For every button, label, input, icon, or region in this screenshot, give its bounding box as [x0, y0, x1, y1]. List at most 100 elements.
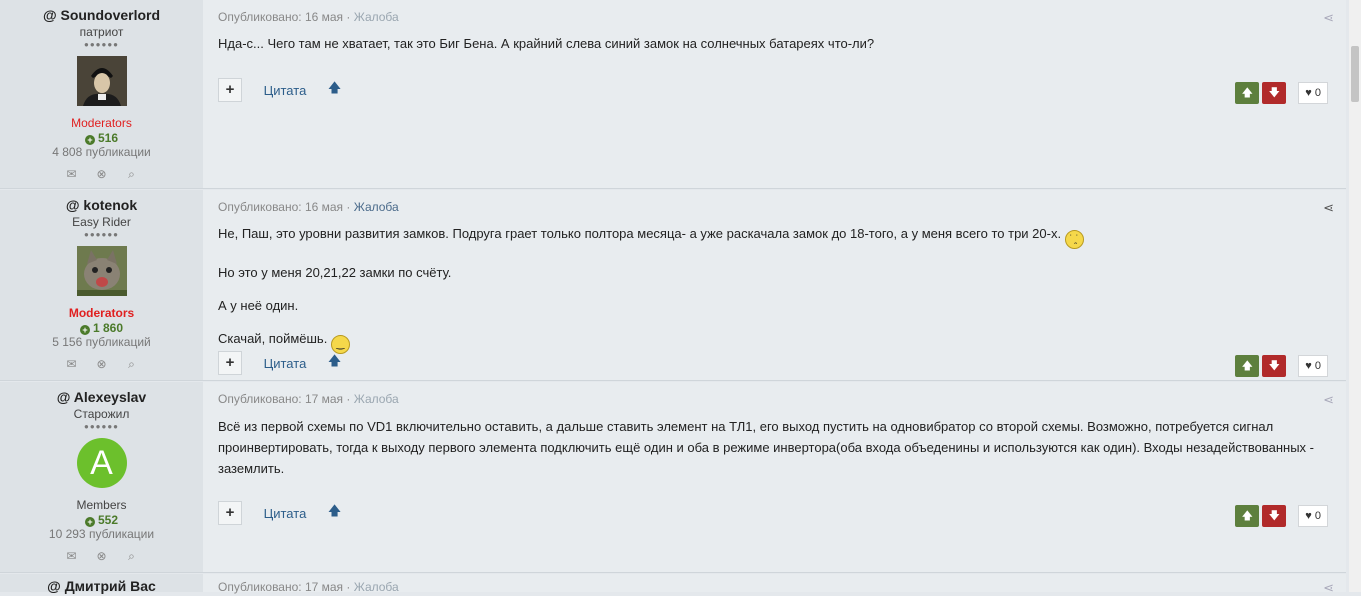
- share-icon[interactable]: ⋖: [1323, 10, 1334, 26]
- search-icon[interactable]: ⌕: [117, 357, 147, 372]
- envelope-icon[interactable]: ✉: [57, 167, 87, 181]
- published-date: Опубликовано: 17 мая: [218, 392, 344, 406]
- paragraph: Нда-с... Чего там не хватает, так это Би…: [218, 36, 875, 51]
- multiquote-button[interactable]: +: [218, 351, 242, 375]
- vote-up-button[interactable]: 🡅: [1235, 505, 1260, 527]
- paragraph: А у неё один.: [218, 298, 299, 313]
- post-text: Всё из первой схемы по VD1 включительно …: [218, 416, 1346, 479]
- share-icon[interactable]: ⋖: [1323, 200, 1334, 216]
- author-actions: ✉ ⊗ ⌕: [0, 357, 203, 372]
- quote-link[interactable]: Цитата: [264, 506, 307, 521]
- ignore-icon[interactable]: ⊗: [87, 357, 117, 371]
- heart-icon: ♥: [1305, 510, 1312, 522]
- plus-circle-icon: +: [84, 517, 95, 527]
- author-panel: @ kotenok Easy Rider ●●●●●● Moderators +…: [0, 190, 203, 380]
- vote-down-button[interactable]: 🡇: [1262, 355, 1287, 377]
- plus-circle-icon: +: [84, 135, 95, 145]
- rank-pips: ●●●●●●: [84, 422, 119, 431]
- vote-down-button[interactable]: 🡇: [1262, 505, 1287, 527]
- post-meta: Опубликовано: 16 мая · Жалоба: [218, 200, 399, 214]
- share-icon[interactable]: ⋖: [1323, 580, 1334, 596]
- published-date: Опубликовано: 16 мая: [218, 200, 344, 214]
- reputation-value: 1 860: [92, 321, 124, 335]
- report-link[interactable]: Жалоба: [354, 200, 399, 214]
- post-actions: + Цитата 🡅: [218, 78, 341, 102]
- post-actions: + Цитата 🡅: [218, 351, 341, 375]
- author-rank: Easy Rider: [72, 215, 131, 229]
- scrollbar-thumb[interactable]: [1351, 46, 1359, 102]
- search-icon[interactable]: ⌕: [117, 167, 147, 182]
- plus-circle-icon: +: [79, 325, 90, 335]
- envelope-icon[interactable]: ✉: [57, 357, 87, 371]
- reputation-value: 516: [97, 131, 119, 145]
- post: @ Alexeyslav Старожил ●●●●●● A Members +…: [0, 382, 1346, 573]
- report-link[interactable]: Жалоба: [354, 392, 399, 406]
- scrollbar[interactable]: [1349, 0, 1361, 592]
- rank-pips: ●●●●●●: [84, 230, 119, 239]
- multiquote-button[interactable]: +: [218, 78, 242, 102]
- ignore-icon[interactable]: ⊗: [87, 167, 117, 181]
- vote-controls: 🡅 🡇 ♥ 0: [1235, 355, 1328, 377]
- report-link[interactable]: Жалоба: [354, 10, 399, 24]
- post-content: Опубликовано: 16 мая · Жалоба ⋖ Нда-с...…: [218, 0, 1346, 67]
- quote-link[interactable]: Цитата: [264, 356, 307, 371]
- like-button[interactable]: ♥ 0: [1298, 355, 1328, 377]
- post-content: Опубликовано: 17 мая · Жалоба ⋖ Всё из п…: [218, 382, 1346, 493]
- multiquote-button[interactable]: +: [218, 501, 242, 525]
- post: @ kotenok Easy Rider ●●●●●● Moderators +…: [0, 190, 1346, 381]
- author-actions: ✉ ⊗ ⌕: [0, 167, 203, 182]
- like-button[interactable]: ♥ 0: [1298, 82, 1328, 104]
- arrow-up-icon[interactable]: 🡅: [328, 502, 341, 524]
- publication-count: 4 808 публикации: [52, 145, 151, 159]
- author-panel: @ Дмитрий Вас: [0, 574, 203, 594]
- author-name[interactable]: @ kotenok: [0, 197, 203, 213]
- like-count: 0: [1314, 360, 1321, 372]
- author-actions: ✉ ⊗ ⌕: [0, 549, 203, 564]
- quote-link[interactable]: Цитата: [264, 83, 307, 98]
- arrow-up-icon[interactable]: 🡅: [328, 352, 341, 374]
- envelope-icon[interactable]: ✉: [57, 549, 87, 563]
- avatar[interactable]: [76, 246, 127, 296]
- arrow-up-icon[interactable]: 🡅: [328, 79, 341, 101]
- publication-count: 10 293 публикации: [48, 527, 155, 541]
- avatar[interactable]: A: [76, 438, 127, 488]
- like-count: 0: [1314, 510, 1321, 522]
- author-panel: @ Alexeyslav Старожил ●●●●●● A Members +…: [0, 382, 203, 572]
- published-date: Опубликовано: 16 мая: [218, 10, 344, 24]
- author-panel: @ Soundoverlord патриот ●●●●●● Moderator…: [0, 0, 203, 188]
- post-content: Опубликовано: 16 мая · Жалоба ⋖ Не, Паш,…: [218, 190, 1346, 368]
- like-button[interactable]: ♥ 0: [1298, 505, 1328, 527]
- rank-pips: ●●●●●●: [84, 40, 119, 49]
- search-icon[interactable]: ⌕: [117, 549, 147, 564]
- vote-controls: 🡅 🡇 ♥ 0: [1235, 505, 1328, 527]
- reputation-value: 552: [97, 513, 119, 527]
- share-icon[interactable]: ⋖: [1323, 392, 1334, 408]
- reputation: +1 860: [0, 321, 203, 335]
- reputation: +516: [0, 131, 203, 145]
- post: @ Дмитрий Вас Опубликовано: 17 мая · Жал…: [0, 574, 1346, 596]
- post-meta: Опубликовано: 17 мая · Жалоба: [218, 392, 399, 406]
- post-content: Опубликовано: 17 мая · Жалоба ⋖: [218, 574, 1346, 596]
- vote-up-button[interactable]: 🡅: [1235, 355, 1260, 377]
- paragraph: Всё из первой схемы по VD1 включительно …: [218, 419, 1314, 476]
- post-text: Не, Паш, это уровни развития замков. Под…: [218, 224, 1346, 354]
- post-actions: + Цитата 🡅: [218, 501, 341, 525]
- author-name[interactable]: @ Alexeyslav: [0, 389, 203, 405]
- ignore-icon[interactable]: ⊗: [87, 549, 117, 563]
- paragraph: Скачай, поймёшь. ‿: [218, 329, 1326, 354]
- like-count: 0: [1314, 87, 1321, 99]
- author-rank: Старожил: [73, 407, 130, 421]
- confused-smiley-icon: ˙ ̯˙: [1064, 230, 1084, 249]
- post-meta: Опубликовано: 16 мая · Жалоба: [218, 10, 399, 24]
- vote-controls: 🡅 🡇 ♥ 0: [1235, 82, 1328, 104]
- vote-up-button[interactable]: 🡅: [1235, 82, 1260, 104]
- paragraph: Не, Паш, это уровни развития замков. Под…: [218, 224, 1326, 249]
- post-text: Нда-с... Чего там не хватает, так это Би…: [218, 34, 1346, 53]
- heart-icon: ♥: [1305, 87, 1312, 99]
- avatar[interactable]: [76, 56, 127, 106]
- vote-down-button[interactable]: 🡇: [1262, 82, 1287, 104]
- author-rank: патриот: [79, 25, 124, 39]
- member-group: Moderators: [68, 306, 135, 320]
- member-group: Moderators: [71, 116, 132, 130]
- author-name[interactable]: @ Soundoverlord: [0, 7, 203, 23]
